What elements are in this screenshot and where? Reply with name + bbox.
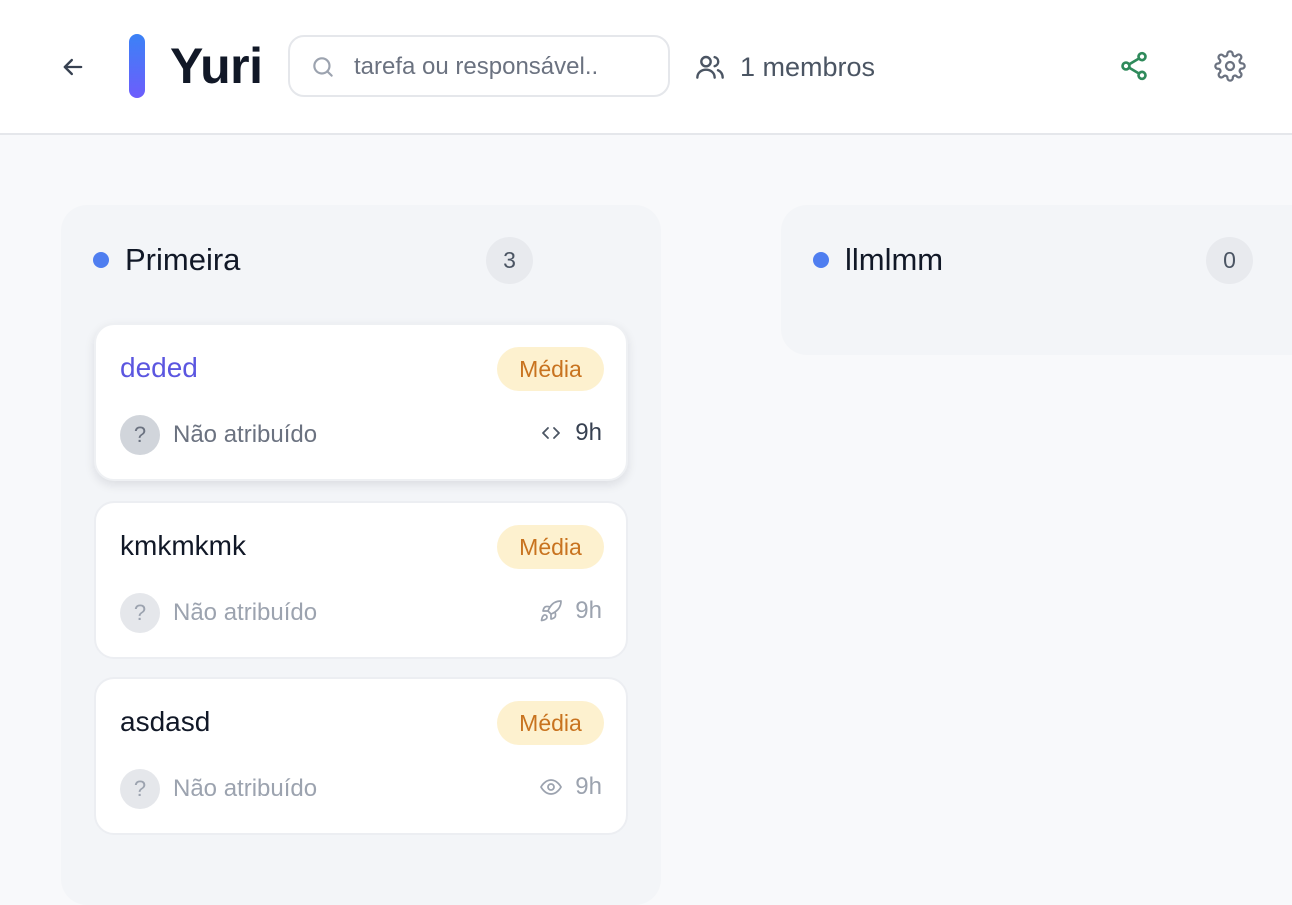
task-name: kmkmkmk — [120, 530, 246, 561]
top-header: Yuri 1 membros — [0, 0, 1292, 135]
avatar: ? — [120, 415, 160, 455]
task-hours: 9h — [539, 597, 602, 625]
column-count-badge: 3 — [486, 237, 533, 284]
code-icon — [542, 427, 561, 439]
column-header: Primeira — [93, 241, 240, 279]
assignee-label: Não atribuído — [173, 599, 318, 626]
hours-label: 9h — [575, 597, 602, 624]
column-dot — [813, 252, 829, 268]
back-button[interactable] — [54, 48, 92, 86]
task-hours: 9h — [539, 773, 602, 801]
task-name: deded — [120, 352, 198, 383]
rocket-icon — [540, 600, 563, 622]
priority-badge: Média — [497, 347, 604, 391]
arrow-left-icon — [63, 58, 83, 76]
settings-button[interactable] — [1210, 46, 1250, 86]
assignee: ? Não atribuído — [120, 769, 317, 809]
assignee-label: Não atribuído — [173, 775, 318, 802]
column-primeira: Primeira 3 deded Média ? Não atribuído 9… — [61, 205, 661, 905]
assignee-label: Não atribuído — [173, 421, 318, 448]
members-label: 1 membros — [740, 51, 876, 82]
search-box[interactable] — [288, 35, 670, 97]
column-dot — [93, 252, 109, 268]
task-card[interactable]: kmkmkmk Média ? Não atribuído 9h — [94, 501, 628, 659]
column-count-badge: 0 — [1206, 237, 1253, 284]
column-title: llmlmm — [845, 242, 944, 277]
task-name: asdasd — [120, 706, 211, 737]
column-title: Primeira — [125, 242, 241, 277]
members-button[interactable]: 1 membros — [694, 48, 875, 86]
assignee: ? Não atribuído — [120, 593, 317, 633]
avatar: ? — [120, 769, 160, 809]
task-card[interactable]: deded Média ? Não atribuído 9h — [94, 323, 628, 481]
avatar: ? — [120, 593, 160, 633]
search-input[interactable] — [354, 47, 654, 87]
priority-badge: Média — [497, 701, 604, 745]
column-llmlmm: llmlmm 0 — [781, 205, 1292, 355]
share-button[interactable] — [1114, 46, 1154, 86]
hours-label: 9h — [575, 419, 602, 446]
users-icon — [696, 55, 724, 79]
eye-icon — [540, 779, 563, 795]
board-color-bar — [129, 34, 145, 98]
task-hours: 9h — [539, 419, 602, 447]
task-card[interactable]: asdasd Média ? Não atribuído 9h — [94, 677, 628, 835]
assignee: ? Não atribuído — [120, 415, 317, 455]
board-title: Yuri — [170, 38, 263, 94]
share-icon — [1121, 51, 1147, 81]
hours-label: 9h — [575, 773, 602, 800]
priority-badge: Média — [497, 525, 604, 569]
search-icon — [313, 57, 333, 77]
gear-icon — [1214, 50, 1246, 82]
column-header: llmlmm — [813, 241, 943, 279]
